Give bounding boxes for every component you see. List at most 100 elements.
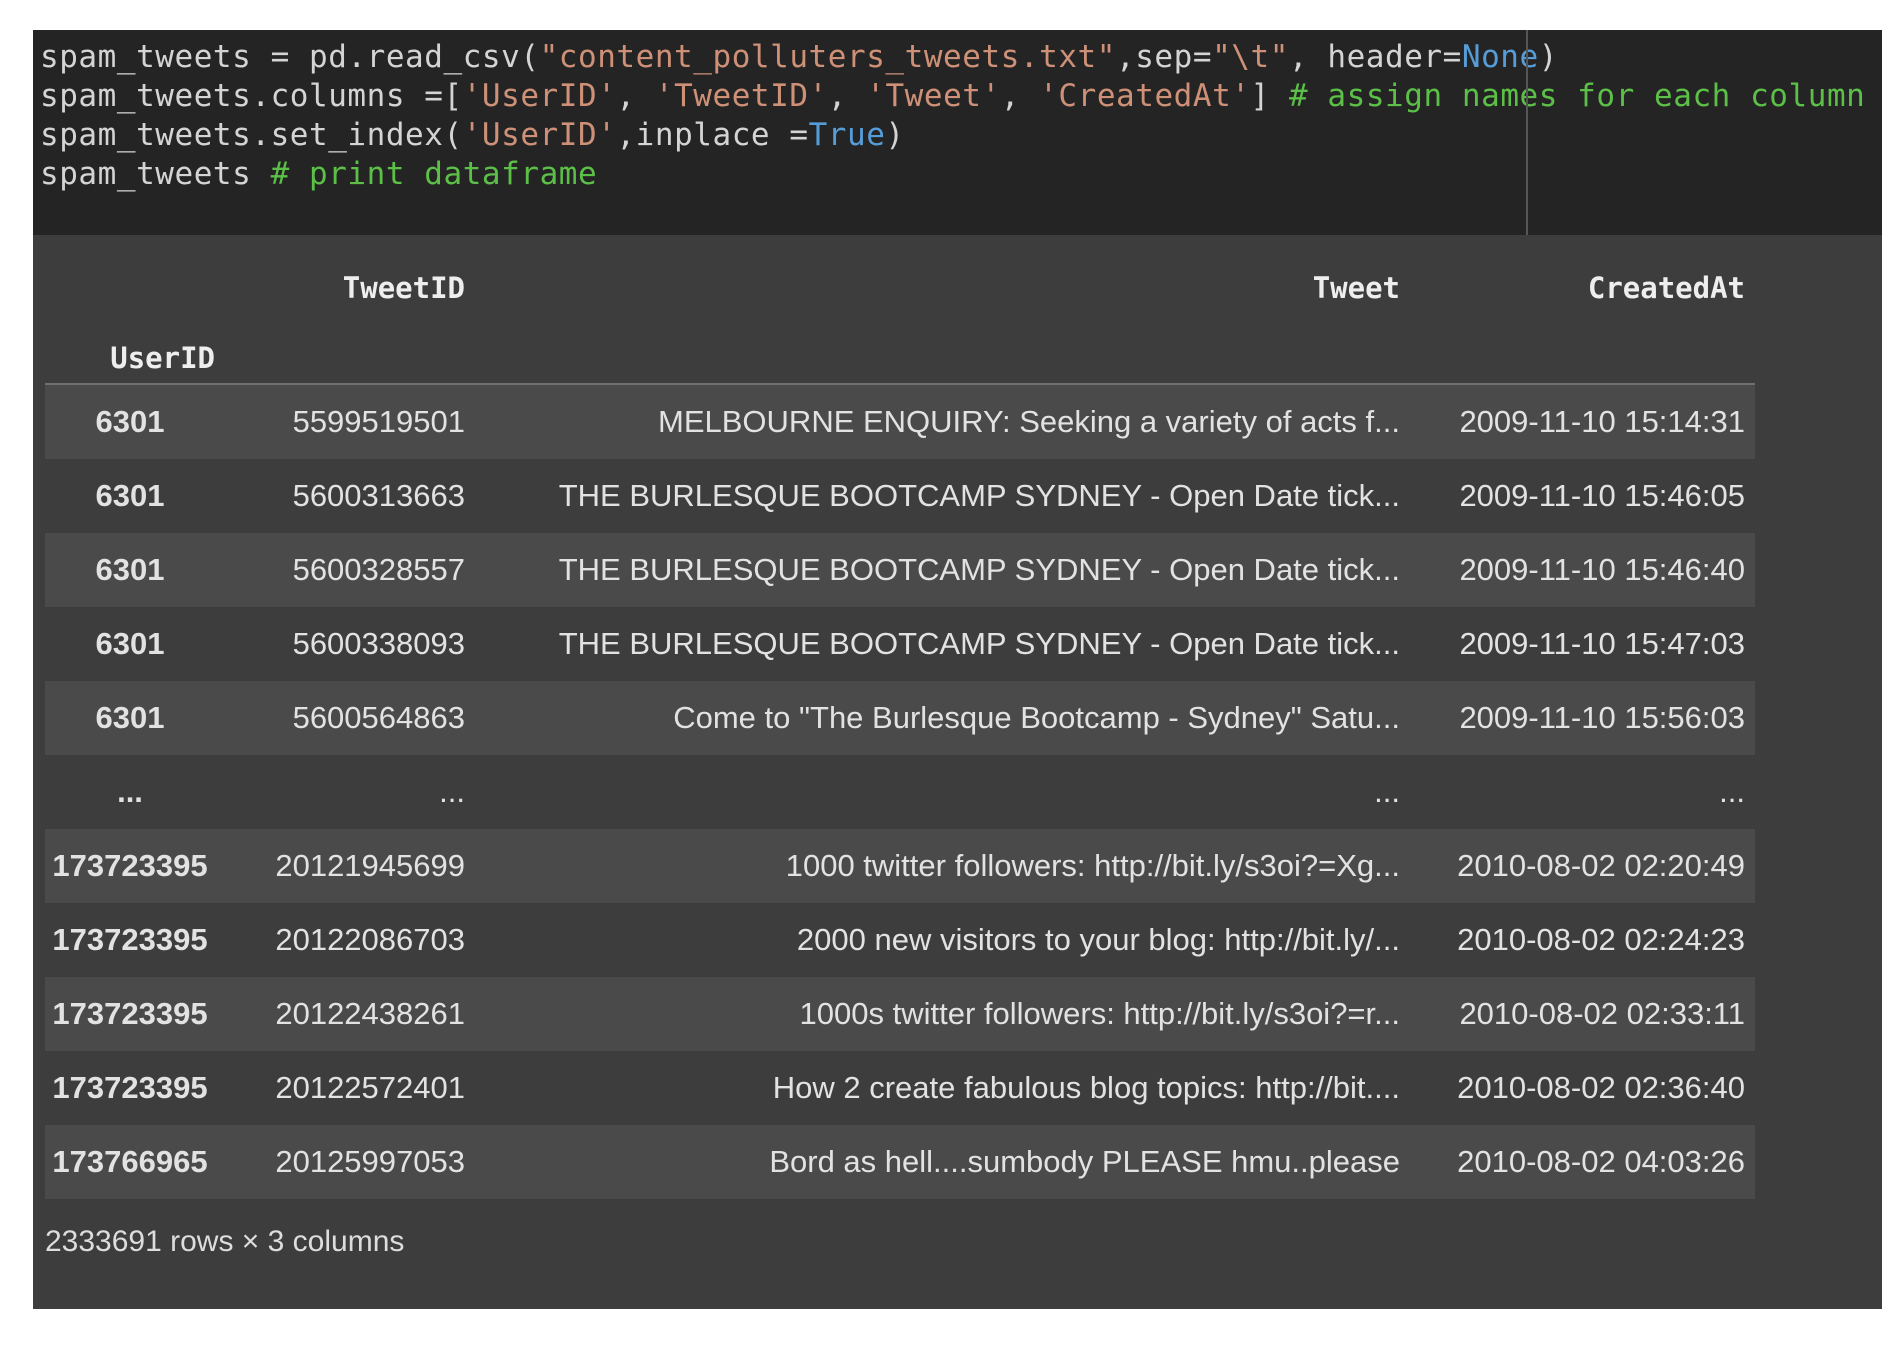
- cell-tweet: THE BURLESQUE BOOTCAMP SYDNEY - Open Dat…: [465, 478, 1400, 514]
- cell-createdat: 2009-11-10 15:56:03: [1400, 700, 1755, 736]
- table-body: 6301 5599519501 MELBOURNE ENQUIRY: Seeki…: [45, 385, 1755, 1199]
- cell-tweetid: 5600313663: [215, 478, 465, 514]
- string-token: "\t": [1212, 39, 1289, 75]
- string-token: 'Tweet': [866, 78, 1001, 114]
- index-header-row: UserID: [45, 305, 1755, 383]
- cell-createdat: 2009-11-10 15:47:03: [1400, 626, 1755, 662]
- cell-tweetid: ...: [215, 774, 465, 810]
- cell-createdat: 2010-08-02 02:36:40: [1400, 1070, 1755, 1106]
- table-row: ... ... ... ...: [45, 755, 1755, 829]
- dataframe-table: TweetID Tweet CreatedAt UserID 6301 5599…: [45, 235, 1755, 1199]
- dataframe-output: TweetID Tweet CreatedAt UserID 6301 5599…: [33, 235, 1882, 1309]
- string-token: 'CreatedAt': [1039, 78, 1250, 114]
- code-line-4: spam_tweets # print dataframe: [40, 155, 1882, 194]
- cell-tweetid: 20122438261: [215, 996, 465, 1032]
- cell-userid: 173723395: [45, 1070, 215, 1106]
- cell-createdat: 2010-08-02 02:33:11: [1400, 996, 1755, 1032]
- cell-tweet: ...: [465, 774, 1400, 810]
- cell-createdat: 2009-11-10 15:46:40: [1400, 552, 1755, 588]
- cell-userid: 173723395: [45, 922, 215, 958]
- table-header: TweetID Tweet CreatedAt UserID: [45, 235, 1755, 385]
- table-row: 173723395 20122438261 1000s twitter foll…: [45, 977, 1755, 1051]
- string-token: "content_polluters_tweets.txt": [540, 39, 1116, 75]
- code-token: ): [885, 117, 904, 153]
- table-row: 173723395 20122086703 2000 new visitors …: [45, 903, 1755, 977]
- table-row: 6301 5600564863 Come to "The Burlesque B…: [45, 681, 1755, 755]
- cell-userid: ...: [45, 774, 215, 810]
- dataframe-summary: 2333691 rows × 3 columns: [45, 1225, 1882, 1259]
- header-spacer: [1400, 375, 1755, 383]
- column-header-tweet: Tweet: [465, 271, 1400, 305]
- code-token: spam_tweets = pd.read_csv(: [40, 39, 540, 75]
- table-row: 6301 5600338093 THE BURLESQUE BOOTCAMP S…: [45, 607, 1755, 681]
- cell-tweetid: 5600338093: [215, 626, 465, 662]
- table-row: 173766965 20125997053 Bord as hell....su…: [45, 1125, 1755, 1199]
- table-row: 6301 5599519501 MELBOURNE ENQUIRY: Seeki…: [45, 385, 1755, 459]
- column-header-createdat: CreatedAt: [1400, 271, 1755, 305]
- code-line-2: spam_tweets.columns =['UserID', 'TweetID…: [40, 77, 1882, 116]
- cell-createdat: 2009-11-10 15:46:05: [1400, 478, 1755, 514]
- cell-createdat: 2010-08-02 02:24:23: [1400, 922, 1755, 958]
- string-token: 'UserID': [463, 117, 617, 153]
- code-token: spam_tweets.columns =[: [40, 78, 463, 114]
- cell-tweetid: 5599519501: [215, 404, 465, 440]
- cell-createdat: 2010-08-02 04:03:26: [1400, 1144, 1755, 1180]
- cell-userid: 6301: [45, 700, 215, 736]
- comment-token: # assign names for each column: [1289, 78, 1865, 114]
- cell-userid: 173766965: [45, 1144, 215, 1180]
- cell-userid: 173723395: [45, 996, 215, 1032]
- cell-userid: 173723395: [45, 848, 215, 884]
- code-token: ,sep=: [1116, 39, 1212, 75]
- cell-tweet: THE BURLESQUE BOOTCAMP SYDNEY - Open Dat…: [465, 552, 1400, 588]
- code-token: ,inplace =: [616, 117, 808, 153]
- notebook-page: spam_tweets = pd.read_csv("content_pollu…: [33, 30, 1882, 1309]
- cell-tweet: THE BURLESQUE BOOTCAMP SYDNEY - Open Dat…: [465, 626, 1400, 662]
- cell-createdat: 2009-11-10 15:14:31: [1400, 404, 1755, 440]
- cell-tweetid: 20121945699: [215, 848, 465, 884]
- cell-tweet: 1000s twitter followers: http://bit.ly/s…: [465, 996, 1400, 1032]
- code-token: ]: [1251, 78, 1289, 114]
- header-spacer: [215, 375, 465, 383]
- cell-tweetid: 5600328557: [215, 552, 465, 588]
- cell-tweet: Come to "The Burlesque Bootcamp - Sydney…: [465, 700, 1400, 736]
- cell-tweetid: 20122572401: [215, 1070, 465, 1106]
- cell-tweetid: 5600564863: [215, 700, 465, 736]
- code-token: spam_tweets: [40, 156, 271, 192]
- table-row: 6301 5600328557 THE BURLESQUE BOOTCAMP S…: [45, 533, 1755, 607]
- cell-tweetid: 20125997053: [215, 1144, 465, 1180]
- code-line-3: spam_tweets.set_index('UserID',inplace =…: [40, 116, 1882, 155]
- code-token: spam_tweets.set_index(: [40, 117, 463, 153]
- column-header-tweetid: TweetID: [215, 271, 465, 305]
- string-token: 'TweetID': [655, 78, 828, 114]
- code-token: ,: [828, 78, 866, 114]
- code-token: ,: [616, 78, 654, 114]
- code-editor[interactable]: spam_tweets = pd.read_csv("content_pollu…: [33, 30, 1882, 194]
- cell-createdat: ...: [1400, 774, 1755, 810]
- table-row: 6301 5600313663 THE BURLESQUE BOOTCAMP S…: [45, 459, 1755, 533]
- table-row: 173723395 20122572401 How 2 create fabul…: [45, 1051, 1755, 1125]
- code-token: , header=: [1289, 39, 1462, 75]
- cell-userid: 6301: [45, 478, 215, 514]
- cell-tweet: 2000 new visitors to your blog: http://b…: [465, 922, 1400, 958]
- cell-tweet: 1000 twitter followers: http://bit.ly/s3…: [465, 848, 1400, 884]
- editor-ruler-line: [1526, 30, 1528, 235]
- cell-tweet: MELBOURNE ENQUIRY: Seeking a variety of …: [465, 404, 1400, 440]
- string-token: 'UserID': [463, 78, 617, 114]
- cell-tweetid: 20122086703: [215, 922, 465, 958]
- cell-tweet: How 2 create fabulous blog topics: http:…: [465, 1070, 1400, 1106]
- code-line-1: spam_tweets = pd.read_csv("content_pollu…: [40, 38, 1882, 77]
- code-cell[interactable]: spam_tweets = pd.read_csv("content_pollu…: [33, 30, 1882, 235]
- index-header-userid: UserID: [45, 341, 215, 383]
- code-token: ): [1539, 39, 1558, 75]
- column-header-row: TweetID Tweet CreatedAt: [45, 235, 1755, 305]
- code-token: ,: [1001, 78, 1039, 114]
- keyword-token: True: [809, 117, 886, 153]
- header-spacer: [465, 375, 1400, 383]
- cell-userid: 6301: [45, 552, 215, 588]
- cell-userid: 6301: [45, 404, 215, 440]
- cell-userid: 6301: [45, 626, 215, 662]
- comment-token: # print dataframe: [271, 156, 598, 192]
- table-row: 173723395 20121945699 1000 twitter follo…: [45, 829, 1755, 903]
- cell-tweet: Bord as hell....sumbody PLEASE hmu..plea…: [465, 1144, 1400, 1180]
- cell-createdat: 2010-08-02 02:20:49: [1400, 848, 1755, 884]
